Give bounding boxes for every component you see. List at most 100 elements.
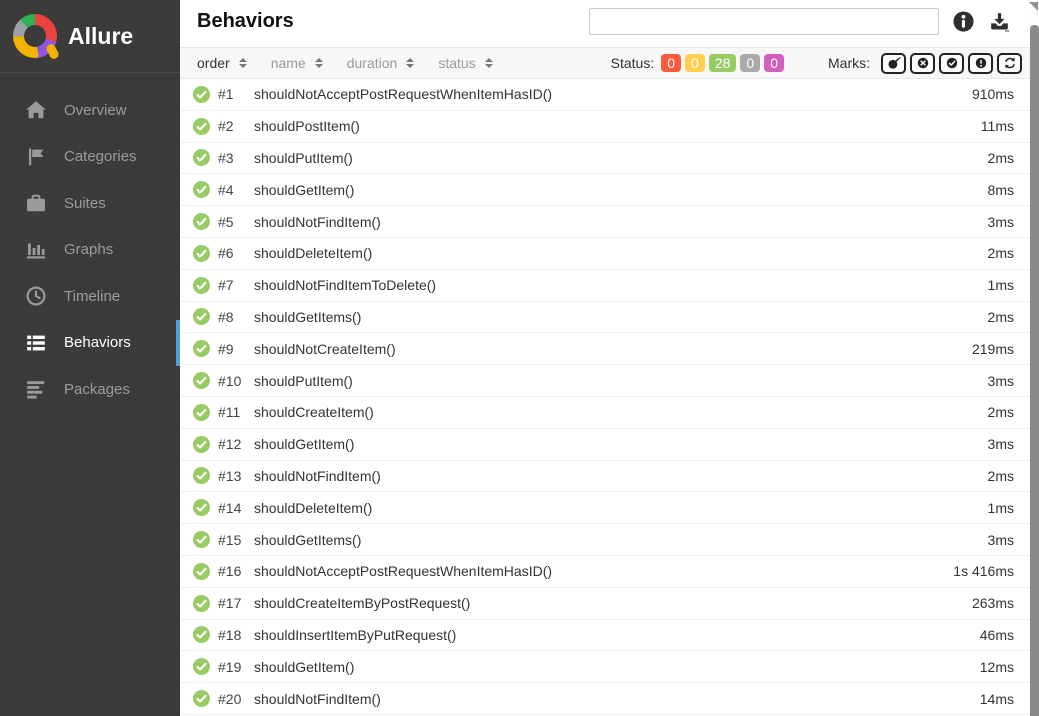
passed-status-icon [193, 277, 210, 294]
scrollbar-thumb[interactable] [1030, 25, 1039, 716]
resize-grip-icon [1029, 2, 1038, 11]
sidebar-item-label: Packages [64, 381, 130, 398]
test-duration: 2ms [988, 468, 1014, 484]
briefcase-icon [25, 192, 47, 214]
test-order: #7 [218, 277, 254, 293]
status-badge-failed[interactable]: 0 [661, 54, 681, 72]
sidebar-item-graphs[interactable]: Graphs [0, 227, 180, 274]
sort-column-duration[interactable]: duration [347, 55, 415, 71]
test-duration: 910ms [972, 86, 1014, 102]
table-row[interactable]: #2 shouldPostItem() 11ms [180, 111, 1039, 143]
test-name: shouldGetItems() [254, 309, 976, 325]
sidebar-item-categories[interactable]: Categories [0, 134, 180, 181]
sidebar-item-overview[interactable]: Overview [0, 87, 180, 134]
table-row[interactable]: #8 shouldGetItems() 2ms [180, 302, 1039, 334]
test-name: shouldPutItem() [254, 150, 976, 166]
table-row[interactable]: #17 shouldCreateItemByPostRequest() 263m… [180, 588, 1039, 620]
flag-icon [25, 146, 47, 168]
mark-filter-passed-button[interactable] [939, 53, 964, 74]
scrollbar[interactable] [1030, 0, 1039, 716]
table-row[interactable]: #14 shouldDeleteItem() 1ms [180, 492, 1039, 524]
test-duration: 1ms [988, 277, 1014, 293]
clock-icon [25, 285, 47, 307]
status-badge-skipped[interactable]: 0 [740, 54, 760, 72]
table-row[interactable]: #16 shouldNotAcceptPostRequestWhenItemHa… [180, 556, 1039, 588]
test-rows: #1 shouldNotAcceptPostRequestWhenItemHas… [180, 79, 1039, 716]
sort-arrows-icon [485, 58, 493, 68]
mark-filter-broken-button[interactable] [968, 53, 993, 74]
table-row[interactable]: #7 shouldNotFindItemToDelete() 1ms [180, 270, 1039, 302]
download-icon [988, 10, 1011, 33]
test-order: #13 [218, 468, 254, 484]
test-duration: 8ms [988, 182, 1014, 198]
table-row[interactable]: #11 shouldCreateItem() 2ms [180, 397, 1039, 429]
sort-arrows-icon [406, 58, 414, 68]
page-title: Behaviors [197, 8, 294, 34]
sort-column-name[interactable]: name [271, 55, 323, 71]
passed-status-icon [193, 372, 210, 389]
table-row[interactable]: #18 shouldInsertItemByPutRequest() 46ms [180, 620, 1039, 652]
bomb-icon [887, 56, 901, 70]
test-name: shouldGetItem() [254, 659, 968, 675]
passed-status-icon [193, 181, 210, 198]
marks-filter-label: Marks: [828, 55, 870, 71]
test-name: shouldGetItems() [254, 532, 976, 548]
passed-status-icon [193, 340, 210, 357]
test-duration: 1s 416ms [953, 563, 1014, 579]
table-row[interactable]: #10 shouldPutItem() 3ms [180, 365, 1039, 397]
test-duration: 12ms [980, 659, 1014, 675]
table-row[interactable]: #4 shouldGetItem() 8ms [180, 174, 1039, 206]
sidebar-item-packages[interactable]: Packages [0, 366, 180, 413]
app-title: Allure [68, 23, 133, 50]
passed-status-icon [193, 690, 210, 707]
passed-status-icon [193, 213, 210, 230]
test-order: #1 [218, 86, 254, 102]
sidebar-item-behaviors[interactable]: Behaviors [0, 320, 180, 367]
test-order: #18 [218, 627, 254, 643]
table-row[interactable]: #9 shouldNotCreateItem() 219ms [180, 333, 1039, 365]
table-row[interactable]: #19 shouldGetItem() 12ms [180, 651, 1039, 683]
table-row[interactable]: #20 shouldNotFindItem() 14ms [180, 683, 1039, 715]
sidebar-item-suites[interactable]: Suites [0, 180, 180, 227]
table-row[interactable]: #15 shouldGetItems() 3ms [180, 524, 1039, 556]
circle-x-icon [916, 56, 930, 70]
sidebar-item-label: Behaviors [64, 334, 131, 351]
allure-logo-icon [13, 14, 57, 58]
page-header: Behaviors [180, 0, 1039, 47]
mark-filter-retry-button[interactable] [997, 53, 1022, 74]
status-badge-passed[interactable]: 28 [709, 54, 737, 72]
download-csv-button[interactable] [988, 10, 1011, 33]
test-duration: 14ms [980, 691, 1014, 707]
test-name: shouldNotFindItem() [254, 691, 968, 707]
status-filter-group: Status: 0 0 28 0 0 [611, 54, 788, 72]
status-badge-broken[interactable]: 0 [685, 54, 705, 72]
status-badge-unknown[interactable]: 0 [764, 54, 784, 72]
column-label: order [197, 55, 230, 71]
mark-filter-failed-button[interactable] [910, 53, 935, 74]
test-duration: 46ms [980, 627, 1014, 643]
test-name: shouldNotAcceptPostRequestWhenItemHasID(… [254, 86, 960, 102]
table-row[interactable]: #6 shouldDeleteItem() 2ms [180, 238, 1039, 270]
test-name: shouldInsertItemByPutRequest() [254, 627, 968, 643]
search-input[interactable] [589, 8, 939, 35]
allure-report-app: Allure Overview Categories Suites [0, 0, 1039, 716]
table-row[interactable]: #12 shouldGetItem() 3ms [180, 429, 1039, 461]
sort-column-order[interactable]: order [197, 55, 247, 71]
report-info-button[interactable] [952, 10, 975, 33]
passed-status-icon [193, 86, 210, 103]
sort-column-status[interactable]: status [438, 55, 492, 71]
column-label: duration [347, 55, 398, 71]
marks-filter-group: Marks: [828, 53, 1022, 74]
mark-filter-flaky-button[interactable] [881, 53, 906, 74]
table-row[interactable]: #5 shouldNotFindItem() 3ms [180, 206, 1039, 238]
test-order: #11 [218, 404, 254, 420]
table-row[interactable]: #1 shouldNotAcceptPostRequestWhenItemHas… [180, 79, 1039, 111]
test-order: #3 [218, 150, 254, 166]
table-row[interactable]: #3 shouldPutItem() 2ms [180, 143, 1039, 175]
test-order: #15 [218, 532, 254, 548]
test-name: shouldNotAcceptPostRequestWhenItemHasID(… [254, 563, 941, 579]
test-duration: 2ms [988, 150, 1014, 166]
sidebar-item-timeline[interactable]: Timeline [0, 273, 180, 320]
table-row[interactable]: #13 shouldNotFindItem() 2ms [180, 461, 1039, 493]
passed-status-icon [193, 531, 210, 548]
